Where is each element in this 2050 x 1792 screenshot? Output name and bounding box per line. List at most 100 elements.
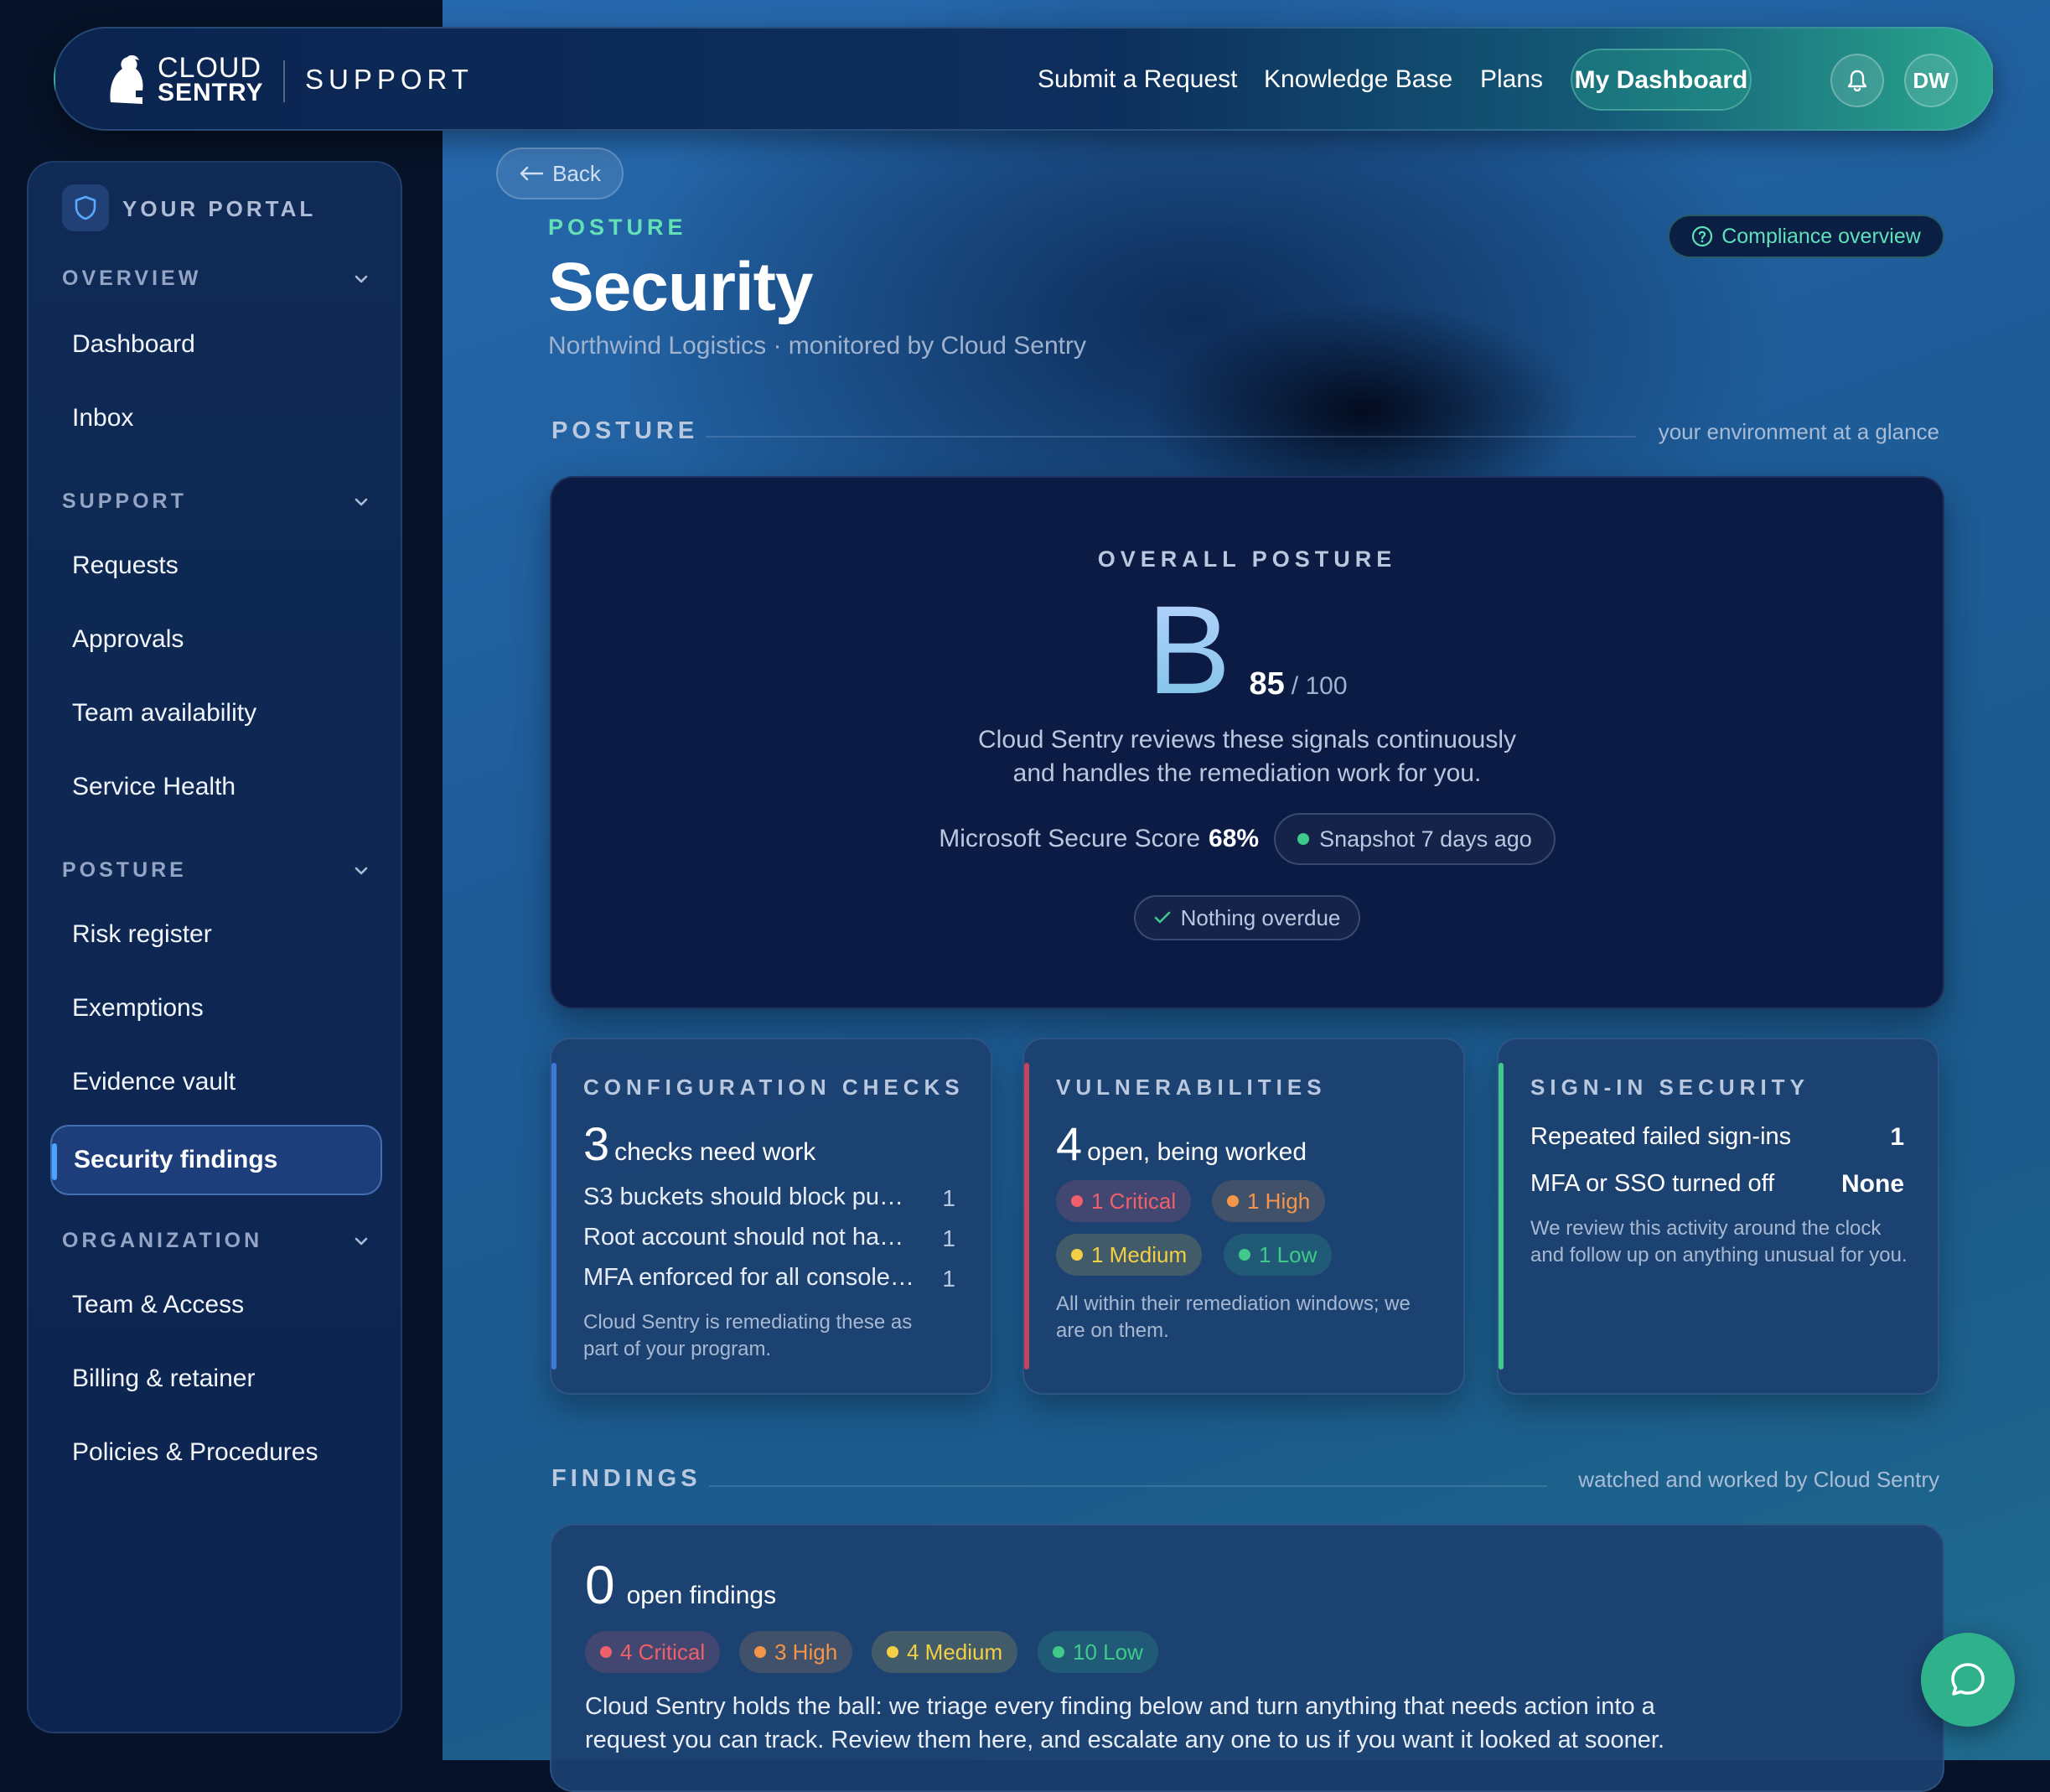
user-avatar[interactable]: DW bbox=[1904, 54, 1958, 107]
sidebar-item-security-findings[interactable]: Security findings bbox=[50, 1125, 382, 1195]
chevron-down-icon[interactable] bbox=[352, 862, 370, 880]
sidebar-item-billing-retainer[interactable]: Billing & retainer bbox=[72, 1365, 255, 1393]
chevron-down-icon[interactable] bbox=[352, 1232, 370, 1251]
sidebar-item-team-availability[interactable]: Team availability bbox=[72, 699, 256, 728]
page-title: Security bbox=[548, 249, 814, 325]
my-dashboard-button[interactable]: My Dashboard bbox=[1571, 49, 1752, 111]
back-button[interactable]: Back bbox=[496, 148, 624, 199]
notifications-button[interactable] bbox=[1830, 54, 1884, 107]
badge-label: 4 Critical bbox=[620, 1639, 706, 1665]
severity-dot bbox=[1053, 1646, 1064, 1658]
compliance-label: Compliance overview bbox=[1721, 224, 1921, 248]
severity-badge-critical: 1 Critical bbox=[1056, 1180, 1192, 1222]
back-label: Back bbox=[552, 160, 601, 186]
brand-name-line2: SENTRY bbox=[158, 79, 264, 106]
grade-display: B 85 / 100 bbox=[551, 587, 1943, 712]
chevron-down-icon[interactable] bbox=[352, 270, 370, 288]
nav-knowledge-base[interactable]: Knowledge Base bbox=[1264, 65, 1452, 94]
vuln-note: All within their remediation windows; we… bbox=[1056, 1292, 1411, 1342]
severity-badge-high: 1 High bbox=[1212, 1180, 1326, 1222]
compliance-overview-button[interactable]: Compliance overview bbox=[1668, 215, 1944, 258]
secure-score-row: Microsoft Secure Score 68% Snapshot 7 da… bbox=[551, 813, 1943, 865]
group-organization-heading[interactable]: ORGANIZATION bbox=[62, 1229, 262, 1253]
findings-section-note: watched and worked by Cloud Sentry bbox=[1578, 1467, 1939, 1492]
findings-card: 0 open findings 4 Critical 3 High 4 Mediu… bbox=[550, 1524, 1944, 1792]
findings-count-row: 0 open findings bbox=[585, 1554, 776, 1616]
vuln-count: 4 bbox=[1056, 1117, 1083, 1170]
sidebar-item-requests[interactable]: Requests bbox=[72, 552, 179, 580]
chevron-down-icon[interactable] bbox=[352, 493, 370, 511]
severity-dot bbox=[887, 1646, 898, 1658]
severity-dot bbox=[754, 1646, 766, 1658]
checks-note: Cloud Sentry is remediating these as par… bbox=[583, 1311, 913, 1360]
configuration-checks-card: CONFIGURATION CHECKS 3 checks need work S… bbox=[550, 1038, 992, 1395]
badge-label: 4 Medium bbox=[907, 1639, 1003, 1665]
card-title: SIGN-IN SECURITY bbox=[1530, 1075, 1809, 1100]
card-accent-bar bbox=[1024, 1063, 1029, 1370]
check-item-count: 1 bbox=[942, 1266, 955, 1292]
severity-badge-medium: 4 Medium bbox=[872, 1631, 1018, 1673]
overdue-row: Nothing overdue bbox=[551, 895, 1943, 940]
vulnerabilities-card: VULNERABILITIES 4 open, being worked 1 Cr… bbox=[1022, 1038, 1465, 1395]
check-item[interactable]: S3 buckets should block pu… bbox=[583, 1183, 903, 1211]
chat-bubble-icon bbox=[1951, 1663, 1985, 1696]
severity-dot bbox=[600, 1646, 612, 1658]
sidebar-item-risk-register[interactable]: Risk register bbox=[72, 920, 212, 949]
severity-dot bbox=[1071, 1249, 1083, 1261]
snapshot-text: Snapshot 7 days ago bbox=[1319, 826, 1532, 852]
sidebar-item-approvals[interactable]: Approvals bbox=[72, 625, 184, 654]
severity-dot bbox=[1227, 1195, 1239, 1207]
check-icon bbox=[1154, 911, 1170, 924]
arrow-left-icon bbox=[520, 166, 544, 181]
snapshot-badge: Snapshot 7 days ago bbox=[1274, 813, 1556, 865]
logo-divider bbox=[283, 60, 285, 102]
signin-row-value: 1 bbox=[1890, 1123, 1904, 1151]
check-item[interactable]: MFA enforced for all console… bbox=[583, 1264, 914, 1292]
sidebar-item-team-access[interactable]: Team & Access bbox=[72, 1291, 244, 1319]
posture-section-heading: POSTURE bbox=[551, 417, 699, 444]
help-circle-icon bbox=[1692, 225, 1713, 247]
check-item[interactable]: Root account should not ha… bbox=[583, 1224, 903, 1251]
posture-score-max: / 100 bbox=[1291, 672, 1348, 700]
findings-section-heading: FINDINGS bbox=[551, 1465, 701, 1492]
group-posture-heading[interactable]: POSTURE bbox=[62, 858, 187, 883]
portal-icon-box bbox=[62, 184, 109, 231]
chat-button[interactable] bbox=[1921, 1633, 2015, 1727]
shield-icon bbox=[75, 195, 96, 220]
nothing-overdue-badge: Nothing overdue bbox=[1133, 895, 1361, 940]
sidebar-item-label: Security findings bbox=[74, 1146, 278, 1173]
nav-plans[interactable]: Plans bbox=[1480, 65, 1543, 94]
findings-body-line2: request you can track. Review them here,… bbox=[585, 1727, 1665, 1753]
secure-score-label: Microsoft Secure Score bbox=[939, 825, 1201, 852]
group-support-heading[interactable]: SUPPORT bbox=[62, 489, 187, 514]
sidebar: YOUR PORTAL OVERVIEW Dashboard Inbox SUP… bbox=[27, 161, 402, 1733]
overall-posture-card: OVERALL POSTURE B 85 / 100 Cloud Sentry … bbox=[550, 476, 1944, 1009]
sidebar-item-dashboard[interactable]: Dashboard bbox=[72, 330, 195, 359]
group-overview-heading[interactable]: OVERVIEW bbox=[62, 267, 201, 291]
brand-logo[interactable]: CLOUD SENTRY bbox=[102, 54, 264, 107]
badge-label: 1 Medium bbox=[1091, 1241, 1188, 1267]
posture-description-line2: and handles the remediation work for you… bbox=[1012, 759, 1482, 787]
vuln-count-row: 4 open, being worked bbox=[1056, 1116, 1307, 1171]
signin-row-label: Repeated failed sign-ins bbox=[1530, 1123, 1792, 1150]
checks-count: 3 bbox=[583, 1117, 610, 1170]
section-divider bbox=[706, 436, 1636, 438]
severity-badge-critical: 4 Critical bbox=[585, 1631, 721, 1673]
severity-badge-low: 1 Low bbox=[1224, 1234, 1333, 1276]
sidebar-item-inbox[interactable]: Inbox bbox=[72, 404, 133, 432]
sidebar-item-policies-procedures[interactable]: Policies & Procedures bbox=[72, 1438, 318, 1467]
page-eyebrow: POSTURE bbox=[548, 215, 687, 240]
severity-dot bbox=[1239, 1249, 1250, 1261]
posture-description-line1: Cloud Sentry reviews these signals conti… bbox=[978, 726, 1516, 754]
sidebar-item-evidence-vault[interactable]: Evidence vault bbox=[72, 1068, 236, 1096]
signin-note: We review this activity around the clock… bbox=[1530, 1217, 1908, 1266]
sidebar-item-exemptions[interactable]: Exemptions bbox=[72, 994, 204, 1023]
section-divider bbox=[709, 1485, 1547, 1487]
card-accent-bar bbox=[1499, 1063, 1504, 1370]
sidebar-item-service-health[interactable]: Service Health bbox=[72, 773, 236, 801]
posture-score: 85 bbox=[1249, 666, 1285, 702]
nav-submit-request[interactable]: Submit a Request bbox=[1038, 65, 1237, 94]
findings-count: 0 bbox=[585, 1555, 615, 1615]
badge-label: 1 Critical bbox=[1091, 1188, 1177, 1214]
helmet-logo-icon bbox=[110, 54, 143, 104]
